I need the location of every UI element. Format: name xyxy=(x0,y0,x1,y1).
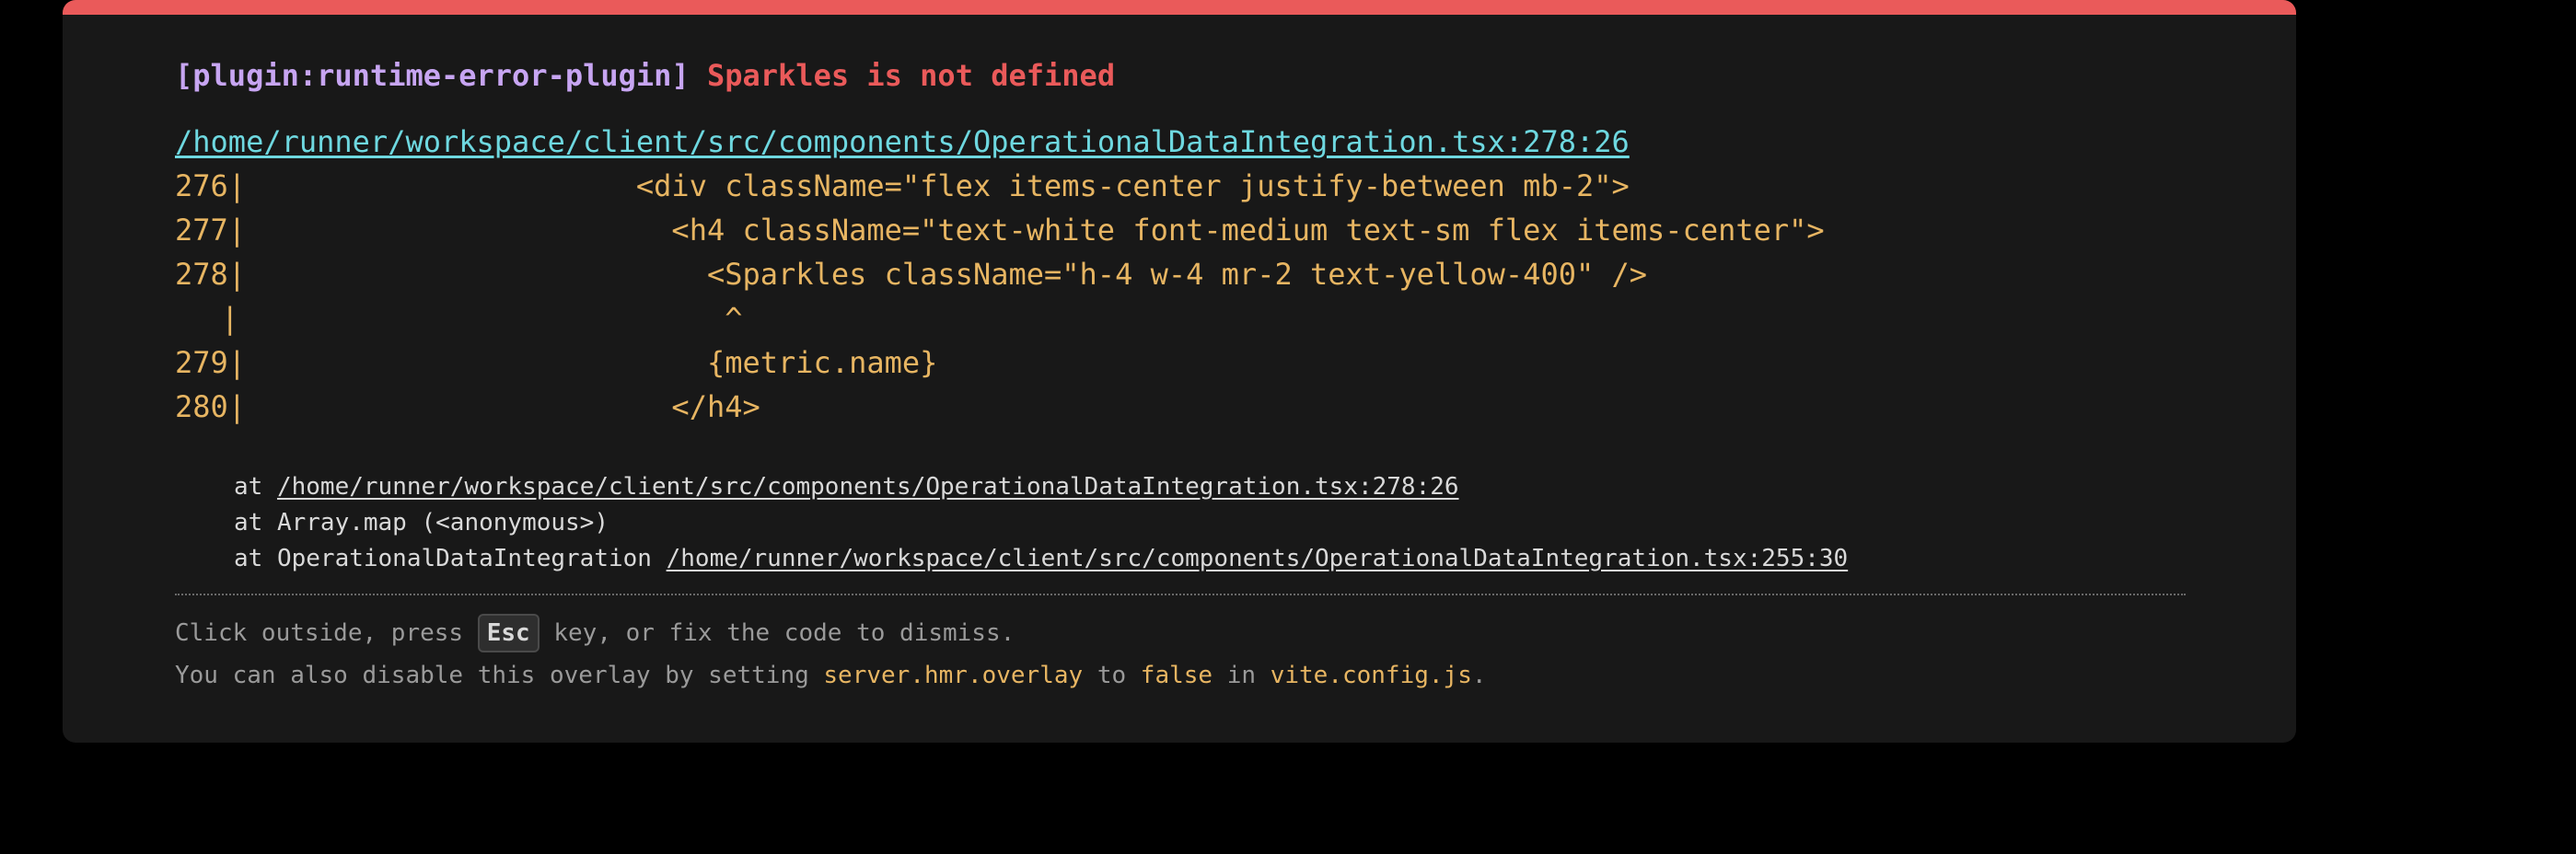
code-line-error: 278| <Sparkles className="h-4 w-4 mr-2 t… xyxy=(175,252,2186,296)
stack-trace: at /home/runner/workspace/client/src/com… xyxy=(234,469,2186,577)
config-file: vite.config.js xyxy=(1270,662,1472,689)
line-number: 280| xyxy=(175,389,247,424)
code-line: 280| </h4> xyxy=(175,385,2186,429)
tip-text: You can also disable this overlay by set… xyxy=(175,662,824,689)
divider xyxy=(175,594,2186,595)
line-number: 278| xyxy=(175,257,247,292)
tip-text: Click outside, press xyxy=(175,619,478,647)
line-number: | xyxy=(221,301,239,336)
code-text: <Sparkles className="h-4 w-4 mr-2 text-y… xyxy=(246,257,1648,292)
line-number: 276| xyxy=(175,168,247,203)
config-setting: server.hmr.overlay xyxy=(823,662,1084,689)
stack-prefix: at xyxy=(234,473,277,501)
code-line: 277| <h4 className="text-white font-medi… xyxy=(175,208,2186,252)
error-overlay: [plugin:runtime-error-plugin] Sparkles i… xyxy=(63,0,2296,743)
stack-file-link[interactable]: /home/runner/workspace/client/src/compon… xyxy=(667,545,1849,572)
tip-text: in xyxy=(1213,662,1271,689)
line-number: 277| xyxy=(175,213,247,248)
stack-frame: at Array.map (<anonymous>) xyxy=(234,509,609,537)
code-caret-line: | ^ xyxy=(175,296,2186,340)
error-content: [plugin:runtime-error-plugin] Sparkles i… xyxy=(175,55,2186,697)
caret-marker: ^ xyxy=(246,301,743,336)
code-text: {metric.name} xyxy=(246,345,938,380)
error-file-link[interactable]: /home/runner/workspace/client/src/compon… xyxy=(175,121,2186,162)
code-frame: 276| <div className="flex items-center j… xyxy=(175,164,2186,429)
code-line: 276| <div className="flex items-center j… xyxy=(175,164,2186,208)
esc-key-badge: Esc xyxy=(477,614,540,652)
tip-line-dismiss: Click outside, press Esc key, or fix the… xyxy=(175,612,2186,654)
tip-text: . xyxy=(1471,662,1487,689)
code-text: <div className="flex items-center justif… xyxy=(246,168,1630,203)
stack-file-link[interactable]: /home/runner/workspace/client/src/compon… xyxy=(277,473,1459,501)
code-text: <h4 className="text-white font-medium te… xyxy=(246,213,1825,248)
error-message: Sparkles is not defined xyxy=(706,58,1116,93)
error-header: [plugin:runtime-error-plugin] Sparkles i… xyxy=(175,55,2186,96)
line-number: 279| xyxy=(175,345,247,380)
tip-text: key, or fix the code to dismiss. xyxy=(539,619,1015,647)
code-line: 279| {metric.name} xyxy=(175,340,2186,385)
stack-prefix: at OperationalDataIntegration xyxy=(234,545,667,572)
tip-line-config: You can also disable this overlay by set… xyxy=(175,654,2186,697)
tip-text: to xyxy=(1083,662,1141,689)
config-value: false xyxy=(1140,662,1213,689)
stack-frame: at /home/runner/workspace/client/src/com… xyxy=(234,469,2186,505)
plugin-tag: [plugin:runtime-error-plugin] xyxy=(175,58,690,93)
stack-frame: at OperationalDataIntegration /home/runn… xyxy=(234,541,2186,577)
code-text: </h4> xyxy=(246,389,760,424)
dismiss-tip: Click outside, press Esc key, or fix the… xyxy=(175,612,2186,697)
